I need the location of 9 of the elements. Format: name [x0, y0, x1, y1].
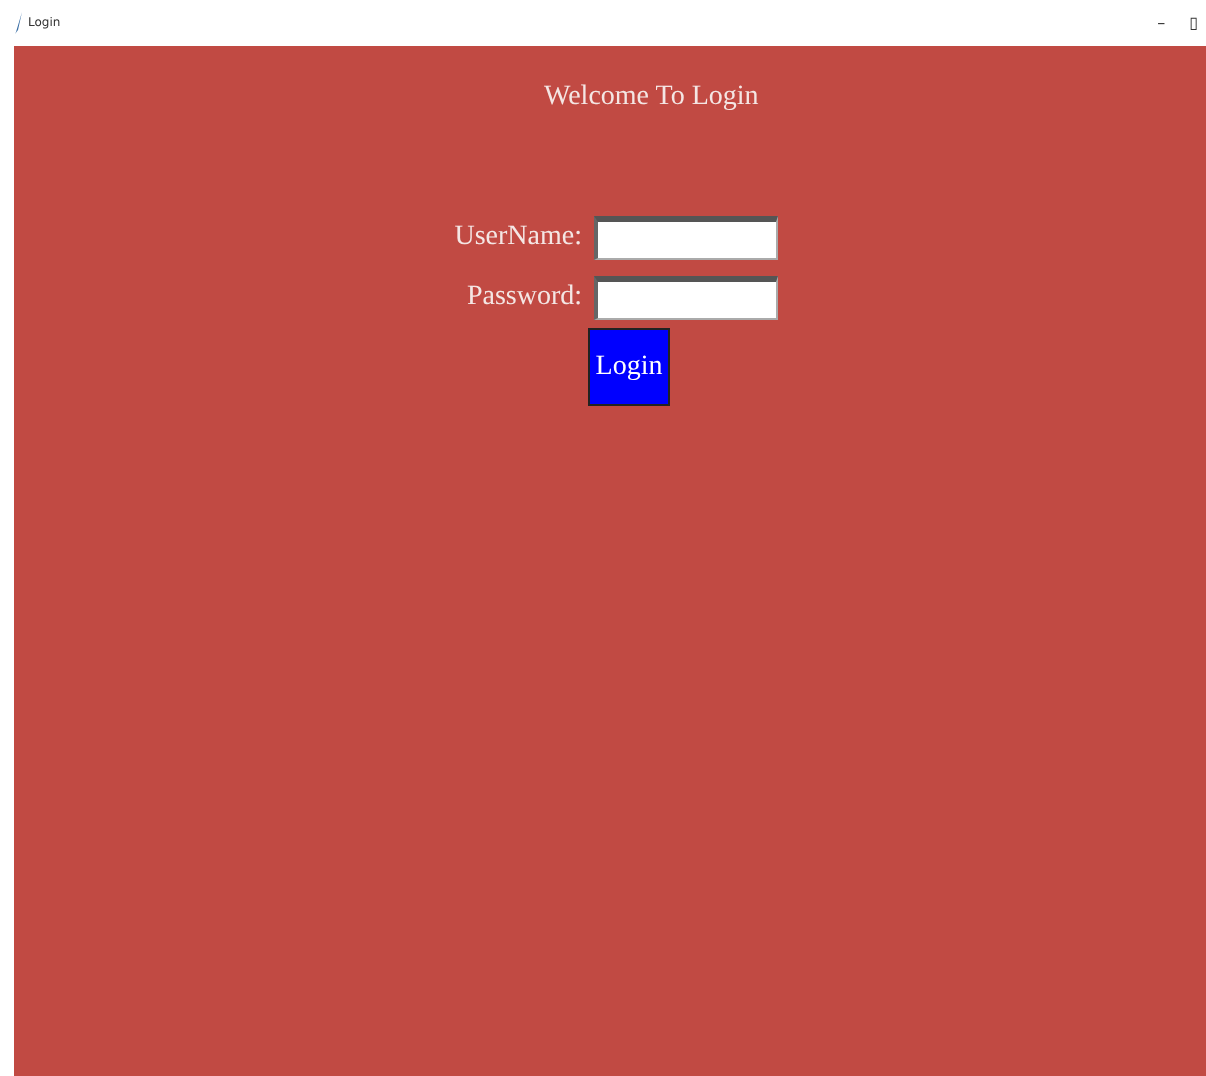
window-control[interactable]: ▯: [1189, 14, 1198, 32]
window-control[interactable]: –: [1157, 14, 1166, 32]
feather-icon: [14, 12, 24, 34]
field-label: Password:: [464, 282, 582, 314]
heading: Welcome To Login: [544, 82, 761, 114]
input-field[interactable]: [594, 276, 778, 320]
input-field[interactable]: [594, 216, 778, 260]
field-label: UserName:: [452, 222, 582, 254]
login-button[interactable]: Login: [588, 328, 670, 406]
